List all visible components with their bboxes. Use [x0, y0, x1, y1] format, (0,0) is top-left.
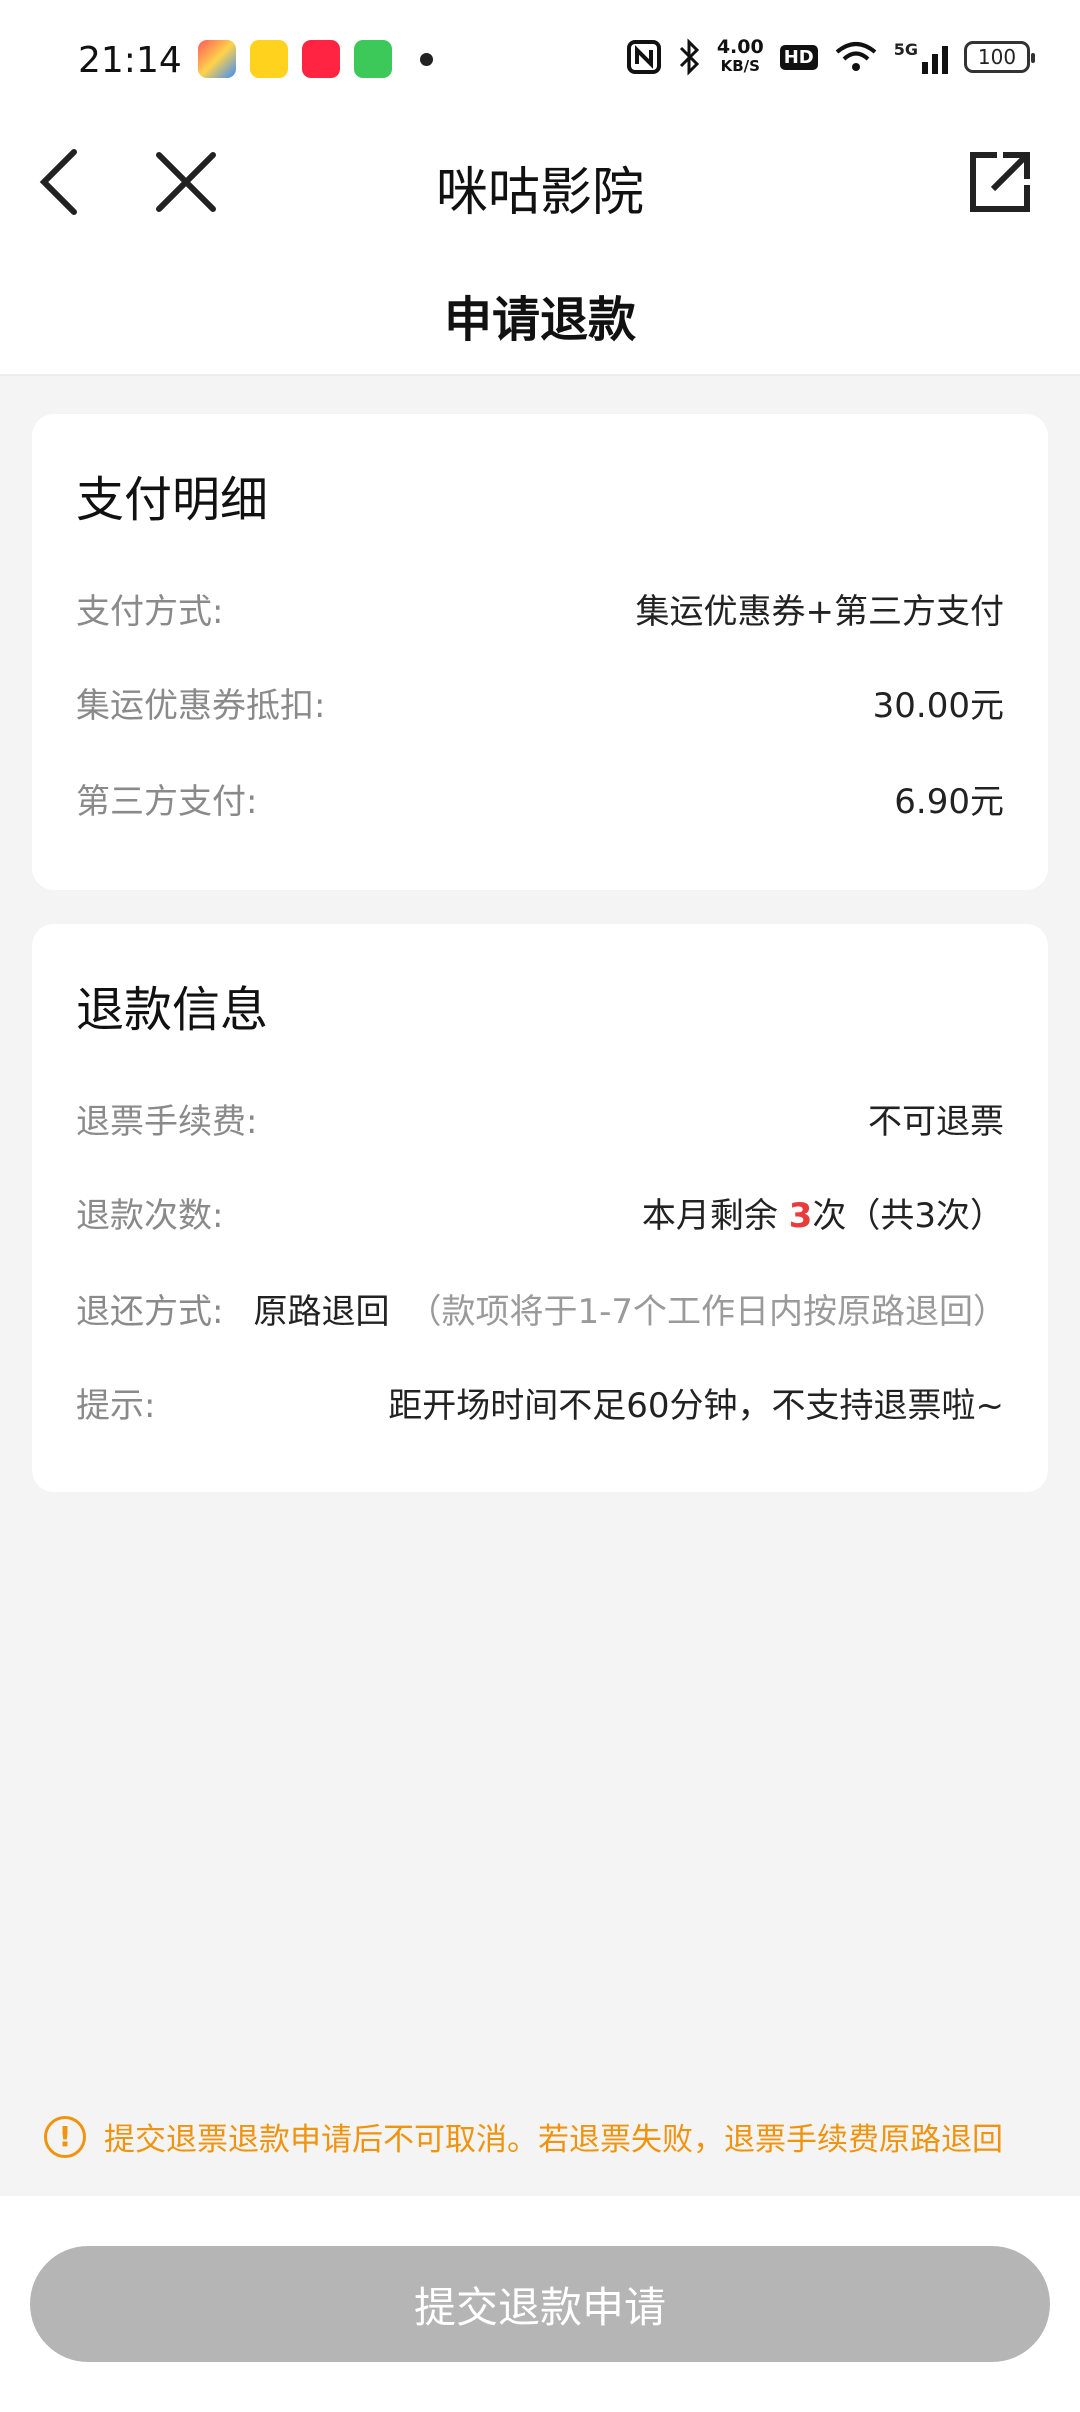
notification-dot	[420, 52, 433, 66]
coupon-deduction-label: 集运优惠券抵扣:	[76, 685, 326, 726]
battery-icon: 100	[964, 41, 1035, 73]
refund-count-label: 退款次数:	[76, 1195, 224, 1236]
payment-method-row: 支付方式: 集运优惠券+第三方支付	[76, 578, 1004, 638]
refund-page: 21:14 4.00 KB/S HD 5G 100 咪咕影院 申请退款 支付明细…	[0, 0, 1080, 2412]
refund-method: 退还方式: 原路退回 （款项将于1-7个工作日内按原路退回）	[76, 1284, 1007, 1333]
signal-bar-3	[942, 46, 948, 74]
refund-fee-value: 不可退票	[868, 1101, 1004, 1142]
status-right: 4.00 KB/S HD 5G 100	[626, 38, 1035, 76]
notification-icons	[198, 40, 433, 78]
refund-tip-row: 提示: 距开场时间不足60分钟，不支持退票啦~	[76, 1372, 1004, 1432]
third-party-payment-label: 第三方支付:	[76, 781, 258, 822]
page-title: 申请退款	[443, 292, 636, 348]
refund-count-row: 退款次数: 本月剩余 3次（共3次）	[76, 1182, 1004, 1242]
refund-method-value: 原路退回	[253, 1291, 390, 1332]
signal-label: 5G	[893, 40, 918, 59]
refund-tip-label: 提示:	[76, 1385, 156, 1426]
share-icon	[970, 152, 1030, 212]
refund-fee-row: 退票手续费: 不可退票	[76, 1088, 1004, 1148]
coupon-deduction-row: 集运优惠券抵扣: 30.00元	[76, 672, 1004, 732]
xiaohongshu-icon	[302, 40, 340, 78]
bottom-bar: 提交退款申请	[0, 2196, 1080, 2412]
nav-title: 咪咕影院	[435, 163, 644, 223]
signal-bar-1	[922, 62, 928, 74]
payment-details-card: 支付明细 支付方式: 集运优惠券+第三方支付 集运优惠券抵扣: 30.00元 第…	[32, 414, 1048, 890]
payment-details-title: 支付明细	[76, 472, 269, 528]
payment-method-value: 集运优惠券+第三方支付	[635, 591, 1005, 632]
refund-count-suffix: 次（共3次）	[812, 1195, 1004, 1236]
third-party-payment-value: 6.90元	[894, 781, 1004, 822]
refund-count-number: 3	[788, 1195, 813, 1236]
status-bar: 21:14 4.00 KB/S HD 5G 100	[0, 0, 1080, 124]
status-time: 21:14	[78, 40, 182, 81]
refund-method-label: 退还方式:	[76, 1291, 224, 1332]
warning-icon: !	[44, 2115, 86, 2158]
wifi-icon	[835, 42, 877, 71]
messages-icon	[354, 40, 392, 78]
submit-refund-button[interactable]: 提交退款申请	[30, 2246, 1050, 2362]
refund-tip-value: 距开场时间不足60分钟，不支持退票啦~	[388, 1385, 1004, 1426]
refund-info-title: 退款信息	[76, 982, 269, 1038]
coupon-deduction-value: 30.00元	[872, 685, 1004, 726]
refund-count-prefix: 本月剩余	[641, 1195, 789, 1236]
refund-method-row: 退还方式: 原路退回 （款项将于1-7个工作日内按原路退回）	[76, 1278, 1007, 1338]
signal-icon: 5G	[894, 40, 948, 74]
bluetooth-icon	[679, 38, 699, 76]
nav-bar: 咪咕影院	[0, 124, 1080, 240]
refund-notice: ! 提交退票退款申请后不可取消。若退票失败，退票手续费原路退回	[44, 2114, 1003, 2159]
refund-count-value: 本月剩余 3次（共3次）	[642, 1188, 1004, 1237]
refund-method-note: （款项将于1-7个工作日内按原路退回）	[407, 1291, 1007, 1332]
app-icon-1	[198, 40, 236, 78]
signal-bar-2	[932, 54, 938, 74]
refund-fee-label: 退票手续费:	[76, 1101, 258, 1142]
hd-badge: HD	[779, 44, 818, 70]
net-speed-value: 4.00	[716, 36, 764, 58]
app-icon-2	[250, 40, 288, 78]
refund-info-card: 退款信息 退票手续费: 不可退票 退款次数: 本月剩余 3次（共3次） 退还方式…	[32, 924, 1048, 1492]
notice-text: 提交退票退款申请后不可取消。若退票失败，退票手续费原路退回	[104, 2122, 1003, 2158]
third-party-payment-row: 第三方支付: 6.90元	[76, 768, 1004, 828]
nfc-icon	[626, 40, 661, 74]
net-speed: 4.00 KB/S	[717, 38, 764, 76]
share-button[interactable]	[962, 144, 1038, 220]
net-speed-unit: KB/S	[720, 57, 760, 75]
payment-method-label: 支付方式:	[76, 591, 224, 632]
page-header: 申请退款	[0, 240, 1080, 376]
